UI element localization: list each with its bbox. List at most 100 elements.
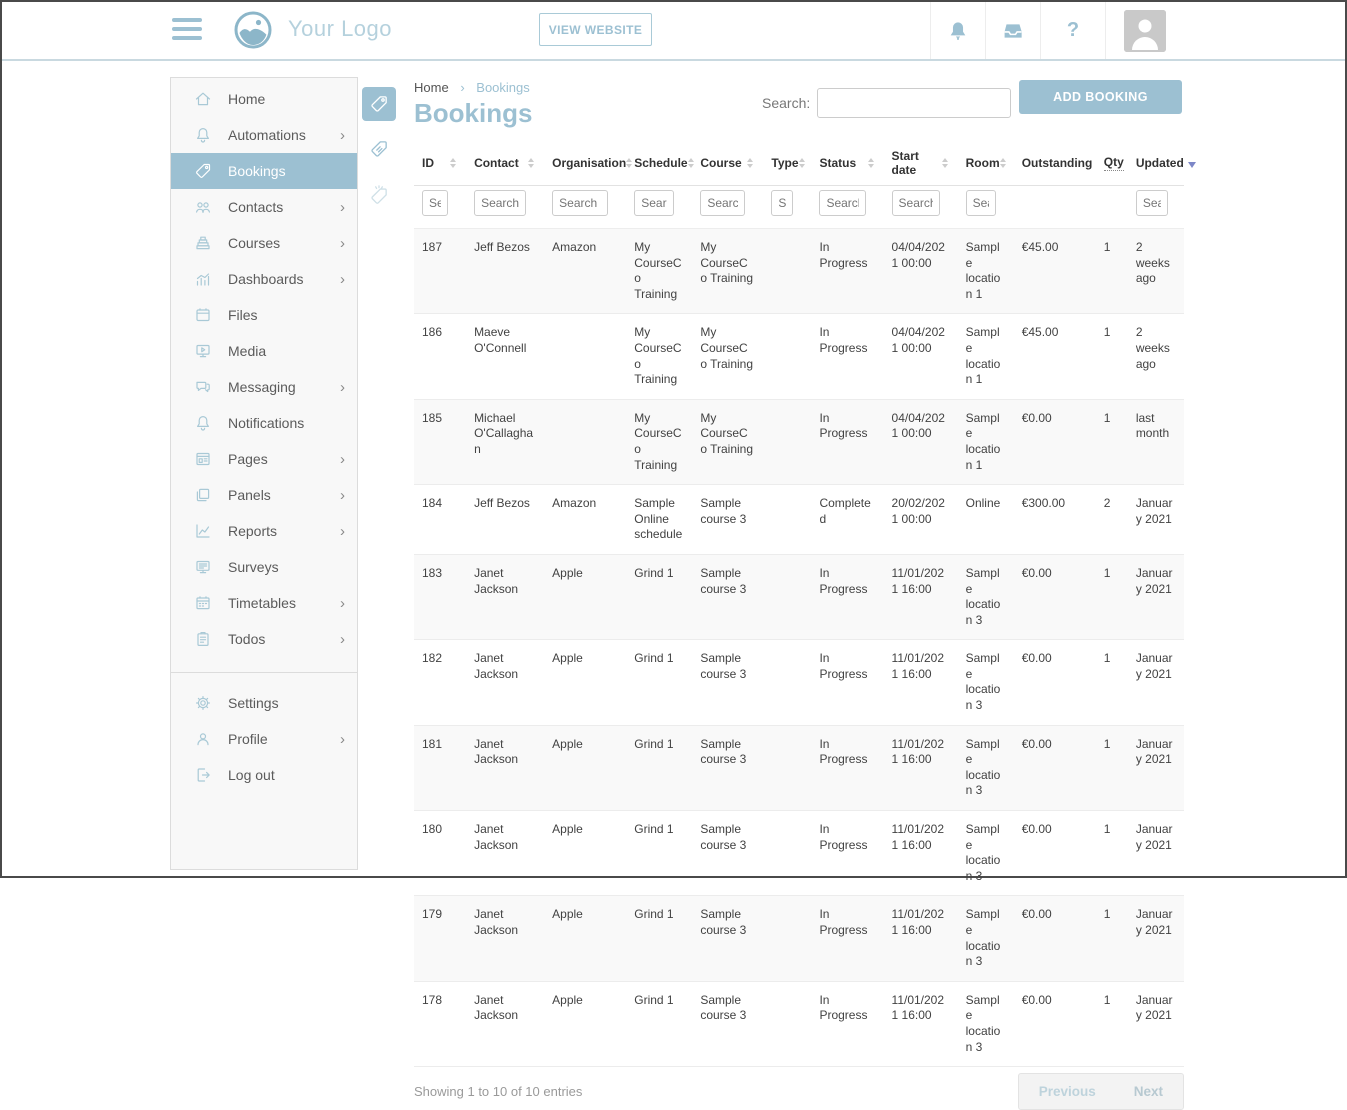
sidebar-item-home[interactable]: Home [171,81,357,117]
column-header-id[interactable]: ID [414,143,464,186]
cell-course: Sample course 3 [690,554,761,639]
table-row[interactable]: 184Jeff BezosAmazonSample Online schedul… [414,485,1184,555]
sidebar-item-log-out[interactable]: Log out [171,757,357,793]
next-button[interactable]: Next [1128,1083,1169,1100]
cell-organisation: Apple [542,811,624,896]
column-label: Status [819,156,856,170]
main-content: Home › Bookings Bookings IDContactOrgani… [414,80,1182,1110]
sidebar-item-contacts[interactable]: Contacts› [171,189,357,225]
cell-schedule: Grind 1 [624,725,690,810]
sidebar-item-reports[interactable]: Reports› [171,513,357,549]
chevron-right-icon: › [340,380,345,395]
sidebar-item-panels[interactable]: Panels› [171,477,357,513]
cell-status: In Progress [809,896,881,981]
filter-updated-input[interactable] [1136,190,1168,216]
tag-icon[interactable] [362,87,396,121]
column-header-start_date[interactable]: Start date [882,143,956,186]
chevron-right-icon: › [340,524,345,539]
column-label: Schedule [634,156,687,170]
add-booking-button[interactable]: ADD BOOKING [1019,80,1182,114]
inbox-tray-icon[interactable] [985,2,1040,59]
cell-qty: 1 [1094,811,1126,896]
sidebar-item-timetables[interactable]: Timetables› [171,585,357,621]
filter-start_date-input[interactable] [892,190,940,216]
sidebar-item-notifications[interactable]: Notifications [171,405,357,441]
cell-type [761,640,809,725]
filter-schedule-input[interactable] [634,190,674,216]
help-icon[interactable]: ? [1040,2,1105,59]
sidebar-item-label: Media [228,343,266,359]
column-header-course[interactable]: Course [690,143,761,186]
column-header-schedule[interactable]: Schedule [624,143,690,186]
cell-outstanding: €0.00 [1012,640,1094,725]
sidebar-item-media[interactable]: Media [171,333,357,369]
cell-start_date: 04/04/2021 00:00 [882,399,956,484]
table-row[interactable]: 181Janet JacksonAppleGrind 1Sample cours… [414,725,1184,810]
table-row[interactable]: 182Janet JacksonAppleGrind 1Sample cours… [414,640,1184,725]
view-website-button[interactable]: VIEW WEBSITE [539,13,652,46]
table-row[interactable]: 187Jeff BezosAmazonMy CourseCo TrainingM… [414,229,1184,314]
cell-room: Sample location 3 [956,725,1012,810]
previous-button[interactable]: Previous [1033,1083,1102,1100]
table-row[interactable]: 185Michael O'CallaghanMy CourseCo Traini… [414,399,1184,484]
sidebar-item-dashboards[interactable]: Dashboards› [171,261,357,297]
sidebar-item-surveys[interactable]: Surveys [171,549,357,585]
filter-type-input[interactable] [771,190,793,216]
filter-course-input[interactable] [700,190,745,216]
filter-contact-input[interactable] [474,190,526,216]
avatar-image [1124,10,1166,52]
sidebar-item-pages[interactable]: Pages› [171,441,357,477]
column-header-updated[interactable]: Updated [1126,143,1184,186]
table-row[interactable]: 178Janet JacksonAppleGrind 1Sample cours… [414,981,1184,1066]
cell-start_date: 11/01/2021 16:00 [882,554,956,639]
sidebar-item-files[interactable]: Files [171,297,357,333]
cell-room: Sample location 3 [956,640,1012,725]
filter-status-input[interactable] [819,190,865,216]
table-row[interactable]: 186Maeve O'ConnellMy CourseCo TrainingMy… [414,314,1184,399]
cell-qty: 1 [1094,229,1126,314]
sidebar-item-automations[interactable]: Automations› [171,117,357,153]
sidebar-item-todos[interactable]: Todos› [171,621,357,657]
global-search-input[interactable] [817,88,1011,118]
tag-label-icon[interactable] [362,132,396,166]
column-header-status[interactable]: Status [809,143,881,186]
filter-cell-start_date [882,186,956,229]
sidebar-item-profile[interactable]: Profile› [171,721,357,757]
notifications-bell-icon[interactable] [930,2,985,59]
sidebar-item-label: Courses [228,235,280,251]
table-row[interactable]: 179Janet JacksonAppleGrind 1Sample cours… [414,896,1184,981]
column-label: Qty [1104,155,1124,171]
sidebar-item-messaging[interactable]: Messaging› [171,369,357,405]
sidebar-item-bookings[interactable]: Bookings [171,153,357,189]
table-row[interactable]: 180Janet JacksonAppleGrind 1Sample cours… [414,811,1184,896]
cell-course: Sample course 3 [690,896,761,981]
hamburger-menu-icon[interactable] [172,18,202,42]
filter-organisation-input[interactable] [552,190,608,216]
sidebar-item-courses[interactable]: Courses› [171,225,357,261]
column-header-type[interactable]: Type [761,143,809,186]
sidebar-item-settings[interactable]: Settings [171,685,357,721]
chevron-right-icon: › [340,128,345,143]
cell-id: 178 [414,981,464,1066]
cell-start_date: 04/04/2021 00:00 [882,229,956,314]
cell-schedule: Grind 1 [624,811,690,896]
filter-room-input[interactable] [966,190,996,216]
cell-status: Completed [809,485,881,555]
tag-promotion-icon[interactable] [362,177,396,211]
sort-arrows-icon [1000,158,1010,168]
cell-contact: Janet Jackson [464,640,542,725]
global-search-label: Search: [762,95,810,111]
filter-id-input[interactable] [422,190,448,216]
column-header-organisation[interactable]: Organisation [542,143,624,186]
cell-course: My CourseCo Training [690,399,761,484]
cell-course: My CourseCo Training [690,229,761,314]
cell-start_date: 04/04/2021 00:00 [882,314,956,399]
column-header-room[interactable]: Room [956,143,1012,186]
chevron-right-icon: › [340,632,345,647]
breadcrumb-home[interactable]: Home [414,80,449,95]
table-row[interactable]: 183Janet JacksonAppleGrind 1Sample cours… [414,554,1184,639]
cell-qty: 1 [1094,399,1126,484]
avatar[interactable] [1105,2,1184,59]
column-header-contact[interactable]: Contact [464,143,542,186]
sidebar-item-label: Log out [228,767,275,783]
